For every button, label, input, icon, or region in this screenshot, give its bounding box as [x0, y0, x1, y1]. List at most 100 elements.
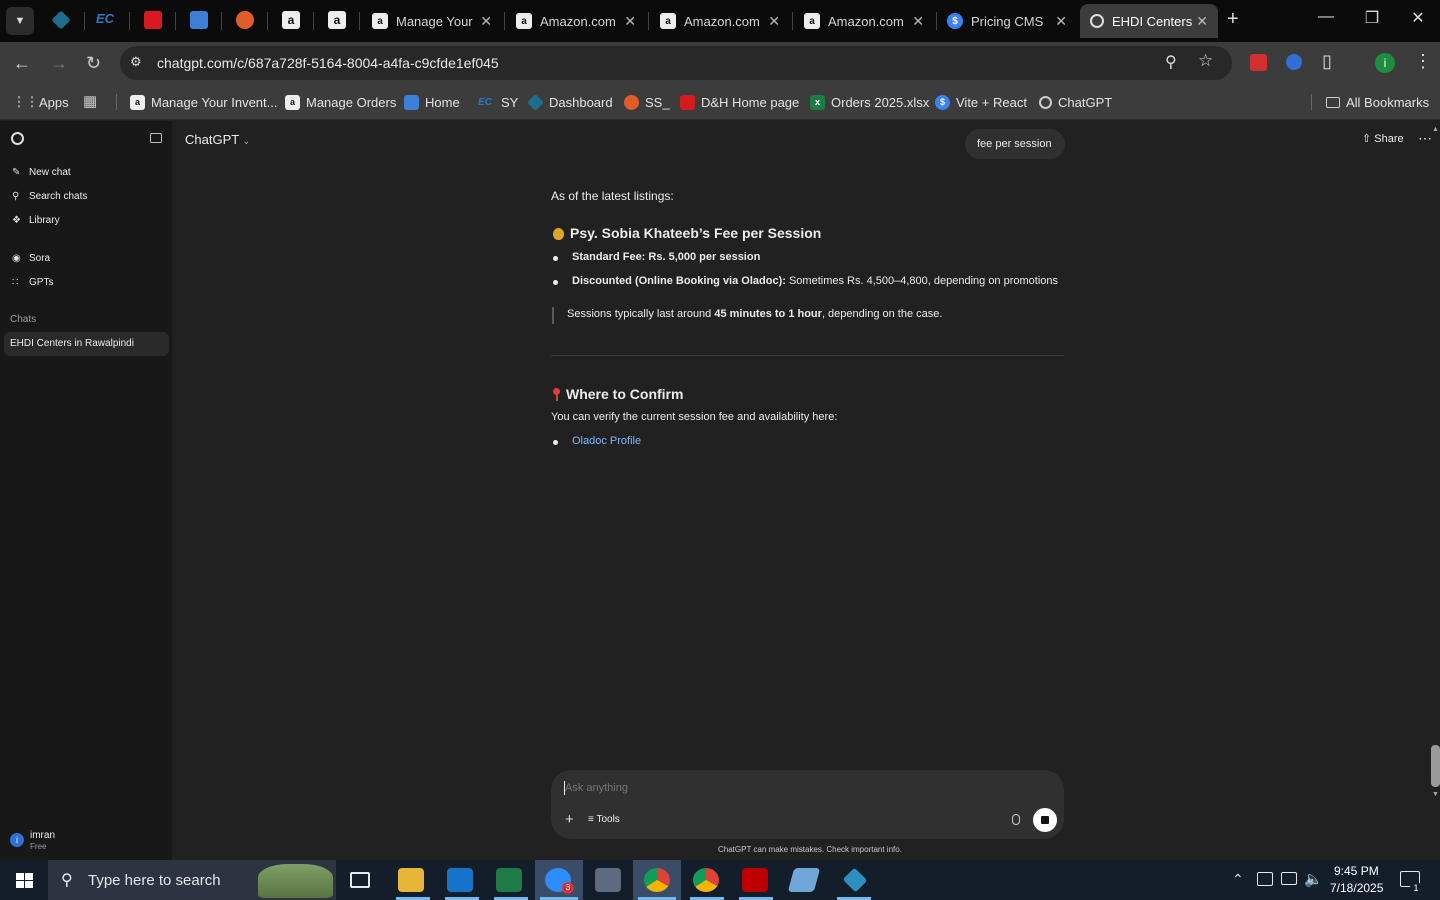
- bookmark-item[interactable]: Home: [404, 92, 460, 112]
- library-button[interactable]: ❖ Library: [12, 215, 60, 226]
- network-icon[interactable]: [1281, 872, 1297, 885]
- chatgpt-logo-icon[interactable]: [11, 132, 24, 145]
- tab[interactable]: a Amazon.com ✕: [650, 4, 790, 38]
- clock-date[interactable]: 7/18/2025: [1330, 881, 1383, 895]
- pinned-tab-amazon-icon[interactable]: a: [282, 11, 300, 29]
- oladoc-profile-link[interactable]: Oladoc Profile: [572, 435, 641, 447]
- chrome-menu-icon[interactable]: ⋮: [1414, 51, 1432, 72]
- user-name[interactable]: imran: [30, 830, 55, 841]
- search-icon: ⚲: [12, 191, 20, 202]
- chrome-profile-icon[interactable]: [693, 868, 719, 892]
- security-tray-icon[interactable]: [1257, 872, 1273, 886]
- tab[interactable]: a Manage Your ✕: [362, 4, 502, 38]
- excel-icon: x: [810, 94, 825, 110]
- close-icon[interactable]: ✕: [480, 13, 492, 30]
- bookmark-item[interactable]: SS_: [624, 92, 670, 112]
- new-tab-button[interactable]: +: [1227, 8, 1239, 31]
- chat-list-item-active[interactable]: EHDI Centers in Rawalpindi: [4, 332, 169, 356]
- model-selector[interactable]: ChatGPT ⌄: [185, 132, 250, 147]
- scrollbar-thumb[interactable]: [1431, 745, 1440, 787]
- sidebar-toggle-icon[interactable]: [150, 133, 162, 143]
- pinned-tab-dh-icon[interactable]: [144, 11, 162, 29]
- scrollbar-down-arrow[interactable]: ▼: [1432, 791, 1439, 798]
- tab-active[interactable]: EHDI Centers ✕: [1080, 4, 1218, 38]
- bookmark-item[interactable]: D&H Home page: [680, 92, 799, 112]
- back-icon[interactable]: ←: [13, 53, 31, 74]
- address-bar[interactable]: ⚙ chatgpt.com/c/687a728f-5164-8004-a4fa-…: [120, 46, 1232, 80]
- tab-search-button[interactable]: ▼: [6, 7, 34, 35]
- ec-icon: EC: [478, 96, 492, 108]
- sora-button[interactable]: ◉ Sora: [12, 253, 50, 264]
- close-icon[interactable]: ✕: [912, 13, 924, 30]
- bookmark-item[interactable]: a Manage Your Invent...: [130, 92, 277, 112]
- scrollbar-up-arrow[interactable]: ▲: [1432, 126, 1439, 133]
- share-button[interactable]: ⇧ Share: [1362, 132, 1404, 145]
- close-icon[interactable]: ✕: [1055, 13, 1067, 30]
- tab[interactable]: $ Pricing CMS ✕: [937, 4, 1077, 38]
- extensions-puzzle-icon[interactable]: ▯: [1322, 51, 1332, 72]
- tab-title: Amazon.com: [684, 13, 760, 29]
- bookmark-star-icon[interactable]: ☆: [1198, 51, 1213, 71]
- close-icon[interactable]: ✕: [624, 13, 636, 30]
- pinned-tab-amazon-icon[interactable]: a: [328, 11, 346, 29]
- volume-icon[interactable]: 🔈: [1304, 870, 1323, 888]
- stop-generating-button[interactable]: [1033, 808, 1057, 832]
- more-options-icon[interactable]: ⋯: [1418, 130, 1432, 147]
- add-attachment-icon[interactable]: +: [565, 811, 574, 828]
- tab-separator: [221, 12, 222, 30]
- amazon-icon: a: [660, 13, 676, 29]
- close-icon[interactable]: ✕: [768, 13, 780, 30]
- tools-button[interactable]: ≡ Tools: [588, 814, 620, 825]
- pinned-tab-stack-icon[interactable]: [236, 11, 254, 29]
- restore-icon[interactable]: ❐: [1350, 8, 1394, 28]
- bookmark-item[interactable]: EC SY: [475, 92, 518, 112]
- bookmark-item[interactable]: Dashboard: [527, 92, 613, 112]
- windows-start-icon[interactable]: [16, 873, 33, 888]
- microphone-icon[interactable]: [1012, 814, 1020, 825]
- filezilla-icon[interactable]: [742, 868, 768, 892]
- user-avatar[interactable]: i: [10, 833, 24, 847]
- forward-icon[interactable]: →: [50, 53, 68, 74]
- diamond-app-icon[interactable]: [842, 867, 868, 893]
- new-chat-button[interactable]: ✎ New chat: [12, 167, 71, 178]
- calculator-icon[interactable]: [595, 868, 621, 892]
- show-hidden-icons[interactable]: ⌃: [1232, 871, 1244, 888]
- bookmark-item[interactable]: $ Vite + React: [935, 92, 1027, 112]
- excel-icon[interactable]: [496, 868, 522, 892]
- bookmark-apps[interactable]: ⋮⋮ Apps: [13, 92, 69, 112]
- tab-groups-icon[interactable]: ▦: [83, 92, 97, 110]
- minimize-icon[interactable]: —: [1304, 8, 1348, 26]
- bookmark-item[interactable]: a Manage Orders: [285, 92, 396, 112]
- disclaimer-text: ChatGPT can make mistakes. Check importa…: [718, 845, 902, 854]
- pinned-tab-ec-icon[interactable]: EC: [96, 11, 114, 29]
- tab[interactable]: a Amazon.com ✕: [794, 4, 934, 38]
- tab-separator: [175, 12, 176, 30]
- search-chats-button[interactable]: ⚲ Search chats: [12, 191, 87, 202]
- notes-app-icon[interactable]: [787, 868, 821, 892]
- bookmark-item[interactable]: ChatGPT: [1039, 92, 1112, 112]
- bookmark-item[interactable]: x Orders 2025.xlsx: [810, 92, 929, 112]
- outlook-icon[interactable]: [447, 868, 473, 892]
- pinned-tab-doc-icon[interactable]: [190, 11, 208, 29]
- zoom-icon[interactable]: ⚲: [1165, 52, 1177, 72]
- task-view-icon[interactable]: [350, 872, 370, 888]
- extension-red-icon[interactable]: [1250, 54, 1267, 71]
- file-explorer-icon[interactable]: [398, 868, 424, 892]
- pinned-tab-diamond-icon[interactable]: [51, 10, 71, 30]
- chrome-icon[interactable]: [644, 868, 670, 892]
- clock-time[interactable]: 9:45 PM: [1334, 864, 1379, 878]
- prompt-input[interactable]: [565, 779, 1045, 797]
- extension-blue-icon[interactable]: [1286, 54, 1302, 70]
- close-icon[interactable]: ✕: [1196, 13, 1208, 30]
- tab[interactable]: a Amazon.com ✕: [506, 4, 646, 38]
- url-text[interactable]: chatgpt.com/c/687a728f-5164-8004-a4fa-c9…: [157, 55, 499, 71]
- site-info-icon[interactable]: ⚙: [130, 54, 142, 70]
- taskbar-search-box[interactable]: ⚲ Type here to search: [48, 860, 336, 900]
- all-bookmarks-button[interactable]: All Bookmarks: [1326, 92, 1429, 112]
- composer: + ≡ Tools: [551, 770, 1064, 839]
- standard-fee-item: Standard Fee: Rs. 5,000 per session: [572, 251, 761, 263]
- close-window-icon[interactable]: ✕: [1396, 8, 1440, 28]
- profile-avatar[interactable]: i: [1375, 53, 1395, 73]
- reload-icon[interactable]: ↻: [86, 53, 101, 74]
- gpts-button[interactable]: ∷ GPTs: [12, 277, 53, 288]
